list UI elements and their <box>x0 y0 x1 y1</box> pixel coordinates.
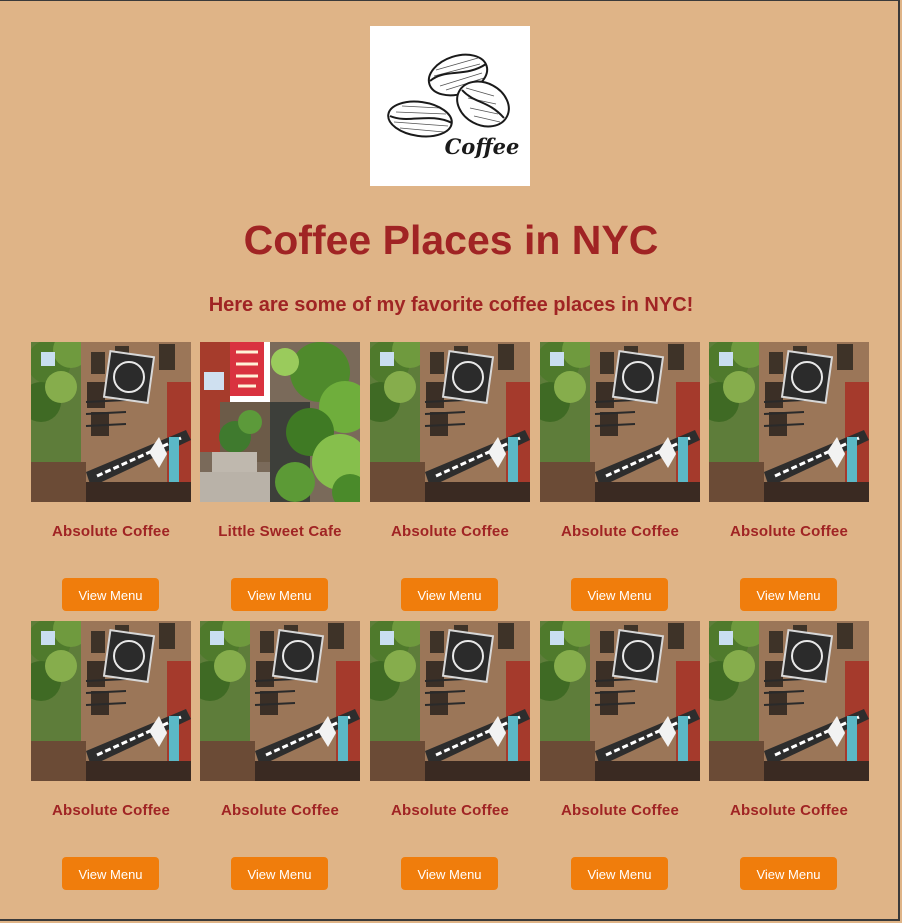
cafe-card: Absolute Coffee View Menu <box>540 621 700 891</box>
cafe-card: Absolute Coffee View Menu <box>370 621 530 891</box>
view-menu-button[interactable]: View Menu <box>740 857 837 890</box>
view-menu-button[interactable]: View Menu <box>401 857 498 890</box>
view-menu-button[interactable]: View Menu <box>740 578 837 611</box>
page-subtitle: Here are some of my favorite coffee plac… <box>208 294 694 316</box>
cafe-name: Absolute Coffee <box>390 802 509 819</box>
cafe-name: Absolute Coffee <box>51 523 170 540</box>
cafe-photo[interactable] <box>709 342 869 502</box>
view-menu-button[interactable]: View Menu <box>62 857 159 890</box>
cafe-card: Absolute Coffee View Menu <box>200 621 360 891</box>
cafe-card: Absolute Coffee View Menu <box>31 342 191 612</box>
cafe-photo[interactable] <box>31 621 191 781</box>
cafe-name: Absolute Coffee <box>729 523 848 540</box>
cafe-name: Absolute Coffee <box>220 802 339 819</box>
coffee-logo: Coffee <box>370 26 530 186</box>
view-menu-button[interactable]: View Menu <box>401 578 498 611</box>
cafe-card: Absolute Coffee View Menu <box>709 342 869 612</box>
cafe-photo[interactable] <box>31 342 191 502</box>
cafe-name: Absolute Coffee <box>560 523 679 540</box>
cafe-card: Absolute Coffee View Menu <box>540 342 700 612</box>
view-menu-button[interactable]: View Menu <box>231 857 328 890</box>
cafe-photo[interactable] <box>540 342 700 502</box>
cafe-card: Absolute Coffee View Menu <box>370 342 530 612</box>
view-menu-button[interactable]: View Menu <box>571 578 668 611</box>
cafe-card: Little Sweet Cafe View Menu <box>200 342 360 612</box>
cafe-card: Absolute Coffee View Menu <box>31 621 191 891</box>
cafe-photo[interactable] <box>200 621 360 781</box>
cafe-photo[interactable] <box>709 621 869 781</box>
cafe-photo[interactable] <box>370 621 530 781</box>
cafe-name: Absolute Coffee <box>560 802 679 819</box>
view-menu-button[interactable]: View Menu <box>231 578 328 611</box>
cafe-photo[interactable] <box>200 342 360 502</box>
cafe-name: Absolute Coffee <box>390 523 509 540</box>
cafe-name: Little Sweet Cafe <box>218 523 342 540</box>
view-menu-button[interactable]: View Menu <box>62 578 159 611</box>
cafe-name: Absolute Coffee <box>729 802 848 819</box>
cafe-photo[interactable] <box>370 342 530 502</box>
logo-text: Coffee <box>445 134 520 159</box>
cafe-photo[interactable] <box>540 621 700 781</box>
cafe-card: Absolute Coffee View Menu <box>709 621 869 891</box>
page-title: Coffee Places in NYC <box>243 217 659 263</box>
view-menu-button[interactable]: View Menu <box>571 857 668 890</box>
cafe-name: Absolute Coffee <box>51 802 170 819</box>
